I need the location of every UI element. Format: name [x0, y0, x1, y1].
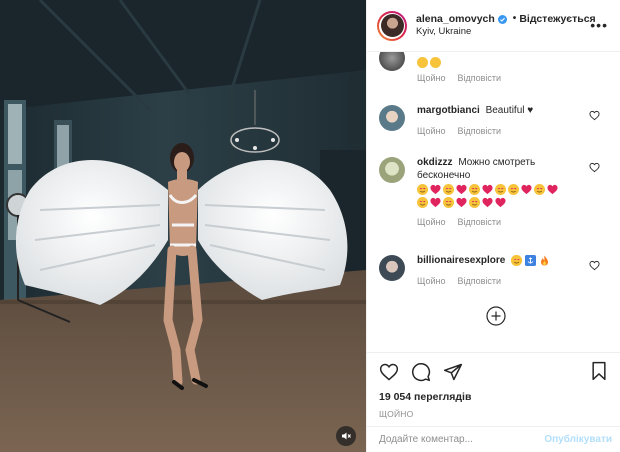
heart-emoji	[495, 197, 506, 208]
post-details-panel: alena_omovych • Відстежується Kyiv, Ukra…	[366, 0, 620, 452]
comment-meta: Щойно Відповісти	[417, 126, 590, 138]
instagram-post: alena_omovych • Відстежується Kyiv, Ukra…	[0, 0, 620, 452]
comment-item: Щойно Відповісти	[379, 52, 612, 85]
commenter-avatar[interactable]	[379, 255, 405, 281]
commenter-avatar[interactable]	[379, 105, 405, 131]
heart-emoji	[521, 184, 532, 195]
like-comment-icon[interactable]	[589, 110, 600, 121]
reply-button[interactable]: Відповісти	[457, 276, 501, 288]
heart-eyes-emoji	[511, 255, 523, 267]
comment-emojis	[417, 184, 567, 209]
heart-eyes-emoji	[495, 184, 506, 196]
heart-emoji	[430, 197, 441, 208]
author-username[interactable]: alena_omovych	[416, 13, 495, 26]
comment-item: okdizzz Можно смотреть бесконечно Щойно …	[379, 156, 612, 229]
post-video[interactable]	[0, 0, 366, 452]
fire-emoji	[539, 255, 550, 266]
bookmark-icon[interactable]	[590, 361, 608, 381]
comment-text: Beautiful ♥	[485, 105, 534, 116]
heart-emoji	[547, 184, 558, 195]
heart-emoji	[430, 184, 441, 195]
commenter-username[interactable]: billionairesexplore	[417, 254, 505, 267]
heart-eyes-emoji	[469, 184, 480, 196]
post-location[interactable]: Kyiv, Ukraine	[416, 26, 596, 38]
heart-emoji	[482, 197, 493, 208]
add-comment-bar: Опублікувати	[367, 426, 620, 452]
heart-eyes-emoji	[443, 184, 454, 196]
like-comment-icon[interactable]	[589, 260, 600, 271]
comments-list[interactable]: Щойно Відповісти margotbianci Beautiful …	[367, 52, 620, 352]
post-header: alena_omovych • Відстежується Kyiv, Ukra…	[367, 0, 620, 52]
reply-button[interactable]: Відповісти	[457, 126, 501, 138]
commenter-username[interactable]: okdizzz	[417, 157, 453, 168]
commenter-avatar[interactable]	[379, 52, 405, 71]
comment-meta: Щойно Відповісти	[417, 276, 590, 288]
separator-dot: •	[512, 13, 517, 25]
mute-button[interactable]	[336, 426, 356, 446]
comment-meta: Щойно Відповісти	[417, 217, 590, 229]
post-timestamp: ЩОЙНО	[379, 409, 414, 419]
heart-emoji	[482, 184, 493, 195]
verified-badge-icon	[497, 15, 507, 25]
plus-circle-icon[interactable]	[486, 306, 506, 326]
heart-emoji	[456, 184, 467, 195]
post-actions: 19 054 переглядів ЩОЙНО	[367, 352, 620, 426]
comment-meta: Щойно Відповісти	[417, 73, 590, 85]
paper-plane-icon[interactable]	[443, 362, 463, 382]
comment-item: margotbianci Beautiful ♥ Щойно Відповіст…	[379, 104, 612, 138]
heart-eyes-emoji	[443, 197, 454, 209]
heart-eyes-emoji	[417, 184, 428, 196]
following-button[interactable]: Відстежується	[519, 13, 595, 26]
commenter-avatar[interactable]	[379, 157, 405, 183]
comment-bubble-icon[interactable]	[411, 362, 431, 382]
speaker-muted-icon	[342, 432, 351, 440]
author-avatar[interactable]	[377, 10, 407, 41]
heart-eyes-emoji	[469, 197, 480, 209]
comment-input[interactable]	[379, 434, 545, 445]
reply-button[interactable]: Відповісти	[457, 73, 501, 85]
heart-eyes-emoji	[508, 184, 519, 196]
comment-time: Щойно	[417, 276, 446, 287]
comment-emojis	[417, 57, 590, 68]
commenter-username[interactable]: margotbianci	[417, 105, 480, 116]
comment-item: billionairesexplore Щойно Відповісти	[379, 254, 612, 288]
more-options-icon[interactable]: •••	[590, 18, 608, 32]
heart-eyes-emoji	[534, 184, 545, 196]
comment-time: Щойно	[417, 217, 446, 228]
views-count[interactable]: 19 054 переглядів	[379, 391, 610, 403]
grinning-sweat-emoji	[430, 57, 441, 68]
heart-emoji	[456, 197, 467, 208]
comment-time: Щойно	[417, 126, 446, 137]
grinning-sweat-emoji	[417, 57, 428, 68]
publish-button[interactable]: Опублікувати	[544, 434, 612, 445]
video-frame	[0, 0, 366, 452]
reply-button[interactable]: Відповісти	[457, 217, 501, 229]
comment-time: Щойно	[417, 73, 446, 83]
like-comment-icon[interactable]	[589, 162, 600, 173]
heart-eyes-emoji	[417, 197, 428, 209]
anchor-square-emoji	[525, 255, 537, 267]
heart-outline-icon[interactable]	[379, 362, 399, 382]
